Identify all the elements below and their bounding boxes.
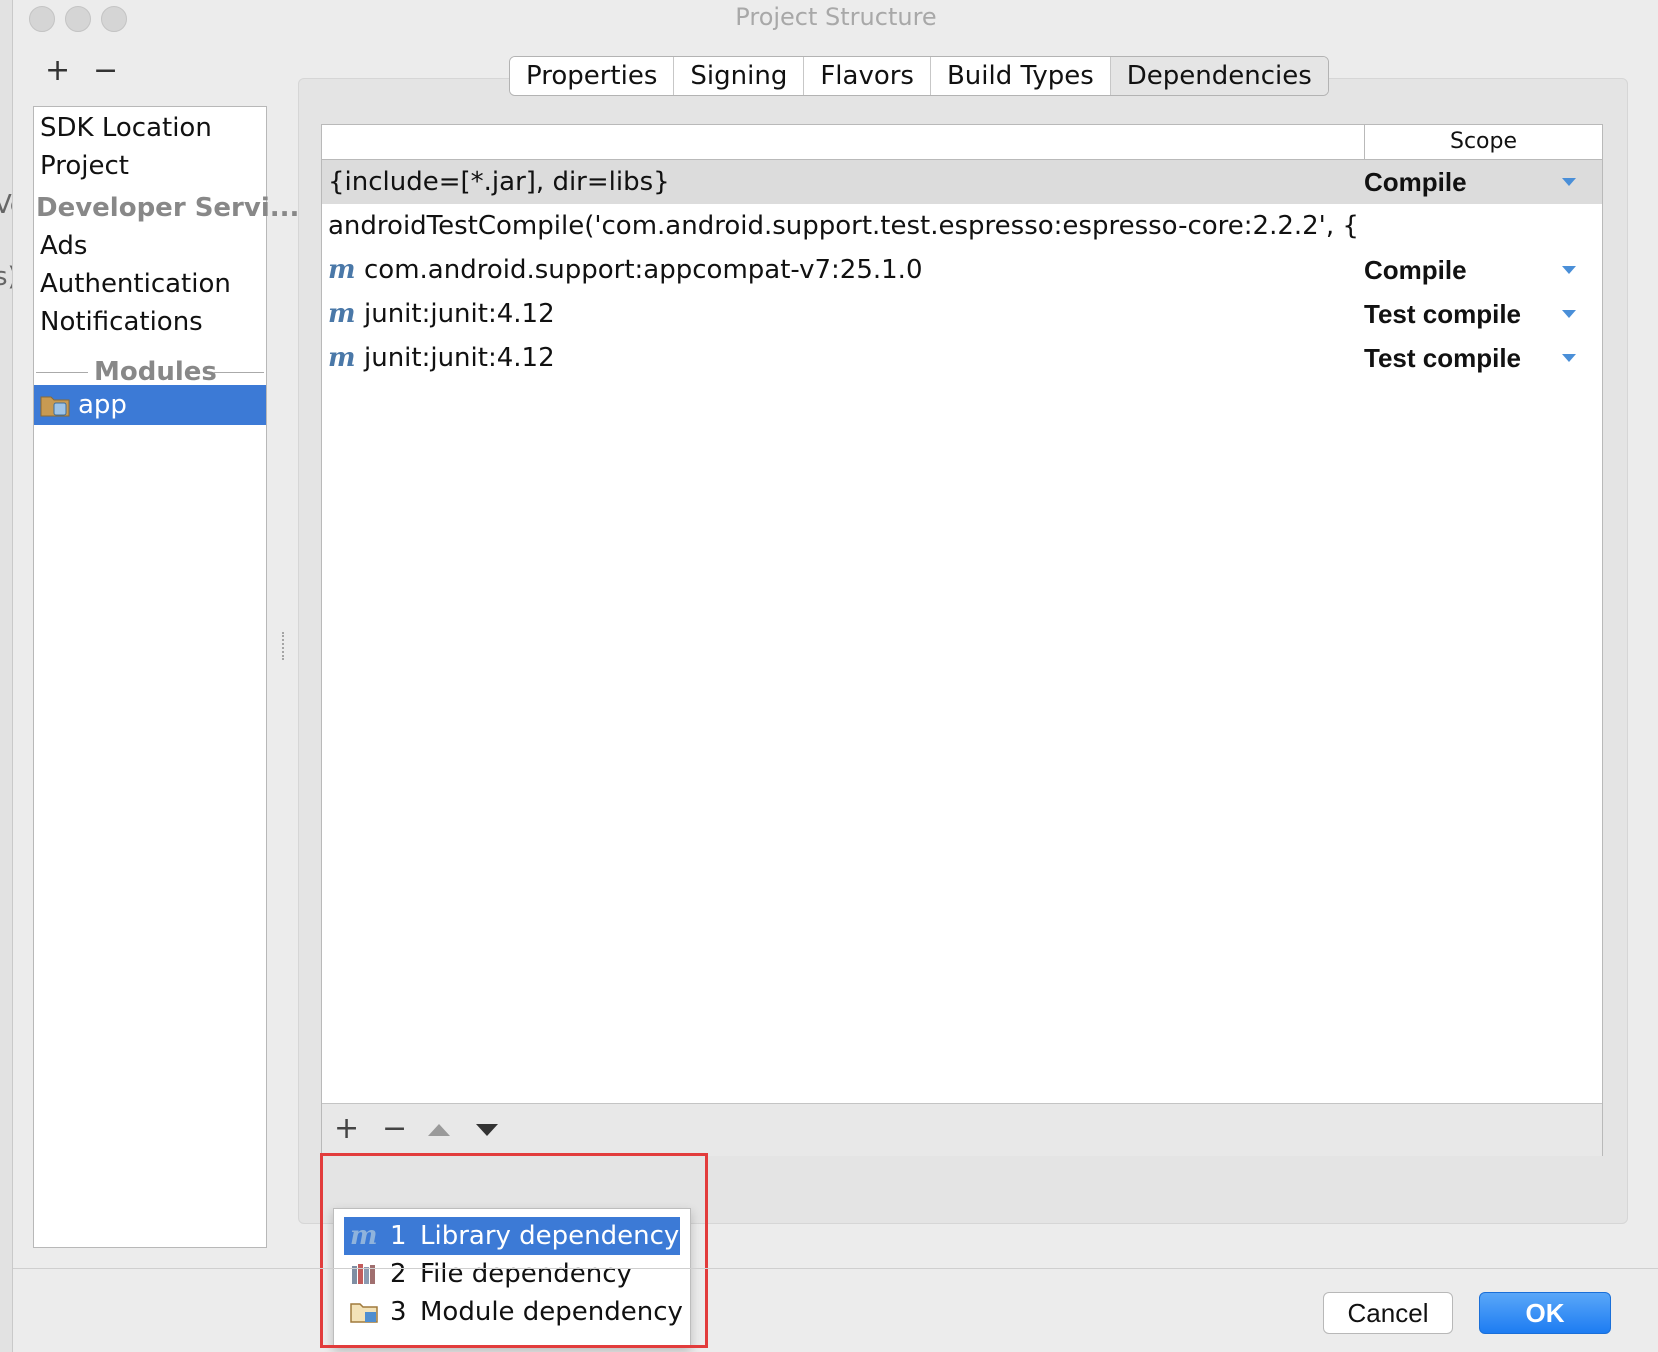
- tab-build-types[interactable]: Build Types: [930, 57, 1111, 95]
- title-bar: Project Structure: [13, 0, 1658, 36]
- remove-item-button[interactable]: −: [93, 56, 118, 86]
- add-dependency-button[interactable]: +: [334, 1114, 359, 1144]
- dependency-label: androidTestCompile('com.android.support.…: [328, 211, 1359, 241]
- dependency-label: com.android.support:appcompat-v7:25.1.0: [364, 255, 923, 285]
- minimize-window-icon[interactable]: [65, 6, 91, 32]
- settings-category-list: SDK Location Project Developer Servi... …: [33, 106, 299, 1248]
- maven-m-icon: m: [328, 343, 356, 373]
- scope-dropdown-icon[interactable]: [1562, 178, 1576, 186]
- dependency-row[interactable]: {include=[*.jar], dir=libs} Compile: [322, 160, 1602, 204]
- scope-dropdown-icon[interactable]: [1562, 266, 1576, 274]
- tab-flavors[interactable]: Flavors: [804, 57, 931, 95]
- maven-m-icon: m: [328, 255, 356, 285]
- dependency-row[interactable]: m com.android.support:appcompat-v7:25.1.…: [322, 248, 1602, 292]
- ok-button[interactable]: OK: [1479, 1292, 1611, 1334]
- tab-signing[interactable]: Signing: [674, 57, 805, 95]
- cancel-button[interactable]: Cancel: [1323, 1292, 1453, 1334]
- module-tabs: Properties Signing Flavors Build Types D…: [509, 56, 1329, 96]
- scope-value[interactable]: Compile: [1364, 248, 1467, 292]
- tab-dependencies[interactable]: Dependencies: [1110, 57, 1328, 95]
- separator-line: [36, 372, 88, 373]
- close-window-icon[interactable]: [29, 6, 55, 32]
- scope-dropdown-icon[interactable]: [1562, 354, 1576, 362]
- splitter-handle[interactable]: [282, 632, 288, 660]
- highlight-annotation-box: [320, 1153, 708, 1348]
- sidebar-item-project[interactable]: Project: [40, 147, 129, 185]
- zoom-window-icon[interactable]: [101, 6, 127, 32]
- dependency-row[interactable]: m junit:junit:4.12 Test compile: [322, 336, 1602, 380]
- window-title: Project Structure: [735, 3, 937, 31]
- dependencies-table: Scope {include=[*.jar], dir=libs} Compil…: [321, 124, 1603, 1156]
- dependency-label: {include=[*.jar], dir=libs}: [328, 167, 670, 197]
- separator-line: [214, 372, 264, 373]
- sidebar-item-ads[interactable]: Ads: [40, 227, 87, 265]
- tab-properties[interactable]: Properties: [510, 57, 675, 95]
- maven-m-icon: m: [328, 299, 356, 329]
- background-text-fragment: s): [0, 262, 12, 292]
- dependency-row[interactable]: androidTestCompile('com.android.support.…: [322, 204, 1602, 248]
- sidebar-item-notifications[interactable]: Notifications: [40, 303, 203, 341]
- add-item-button[interactable]: +: [45, 56, 70, 86]
- dependency-label: junit:junit:4.12: [364, 299, 555, 329]
- android-module-folder-icon: [40, 396, 70, 417]
- scope-value[interactable]: Test compile: [1364, 336, 1521, 380]
- scope-column-header[interactable]: Scope: [1365, 125, 1602, 159]
- background-text-fragment: Ve: [0, 190, 12, 220]
- table-toolbar: + −: [322, 1103, 1602, 1156]
- footer-divider: [13, 1268, 1658, 1269]
- sidebar-item-app-module[interactable]: app: [34, 385, 266, 425]
- scope-value[interactable]: Test compile: [1364, 292, 1521, 336]
- sidebar-item-authentication[interactable]: Authentication: [40, 265, 231, 303]
- move-down-icon[interactable]: [476, 1124, 498, 1136]
- dependency-row[interactable]: m junit:junit:4.12 Test compile: [322, 292, 1602, 336]
- dependency-label: junit:junit:4.12: [364, 343, 555, 373]
- sidebar-header-developer-services: Developer Servi...: [36, 193, 300, 223]
- background-window-edge: Ve s): [0, 0, 12, 1352]
- remove-dependency-button[interactable]: −: [382, 1114, 407, 1144]
- move-up-icon[interactable]: [428, 1124, 450, 1136]
- project-structure-window: Project Structure + − SDK Location Proje…: [12, 0, 1658, 1352]
- sidebar-item-sdk-location[interactable]: SDK Location: [40, 109, 212, 147]
- scope-dropdown-icon[interactable]: [1562, 310, 1576, 318]
- table-header: Scope: [322, 125, 1602, 160]
- scope-value[interactable]: Compile: [1364, 160, 1467, 204]
- module-label: app: [78, 390, 127, 420]
